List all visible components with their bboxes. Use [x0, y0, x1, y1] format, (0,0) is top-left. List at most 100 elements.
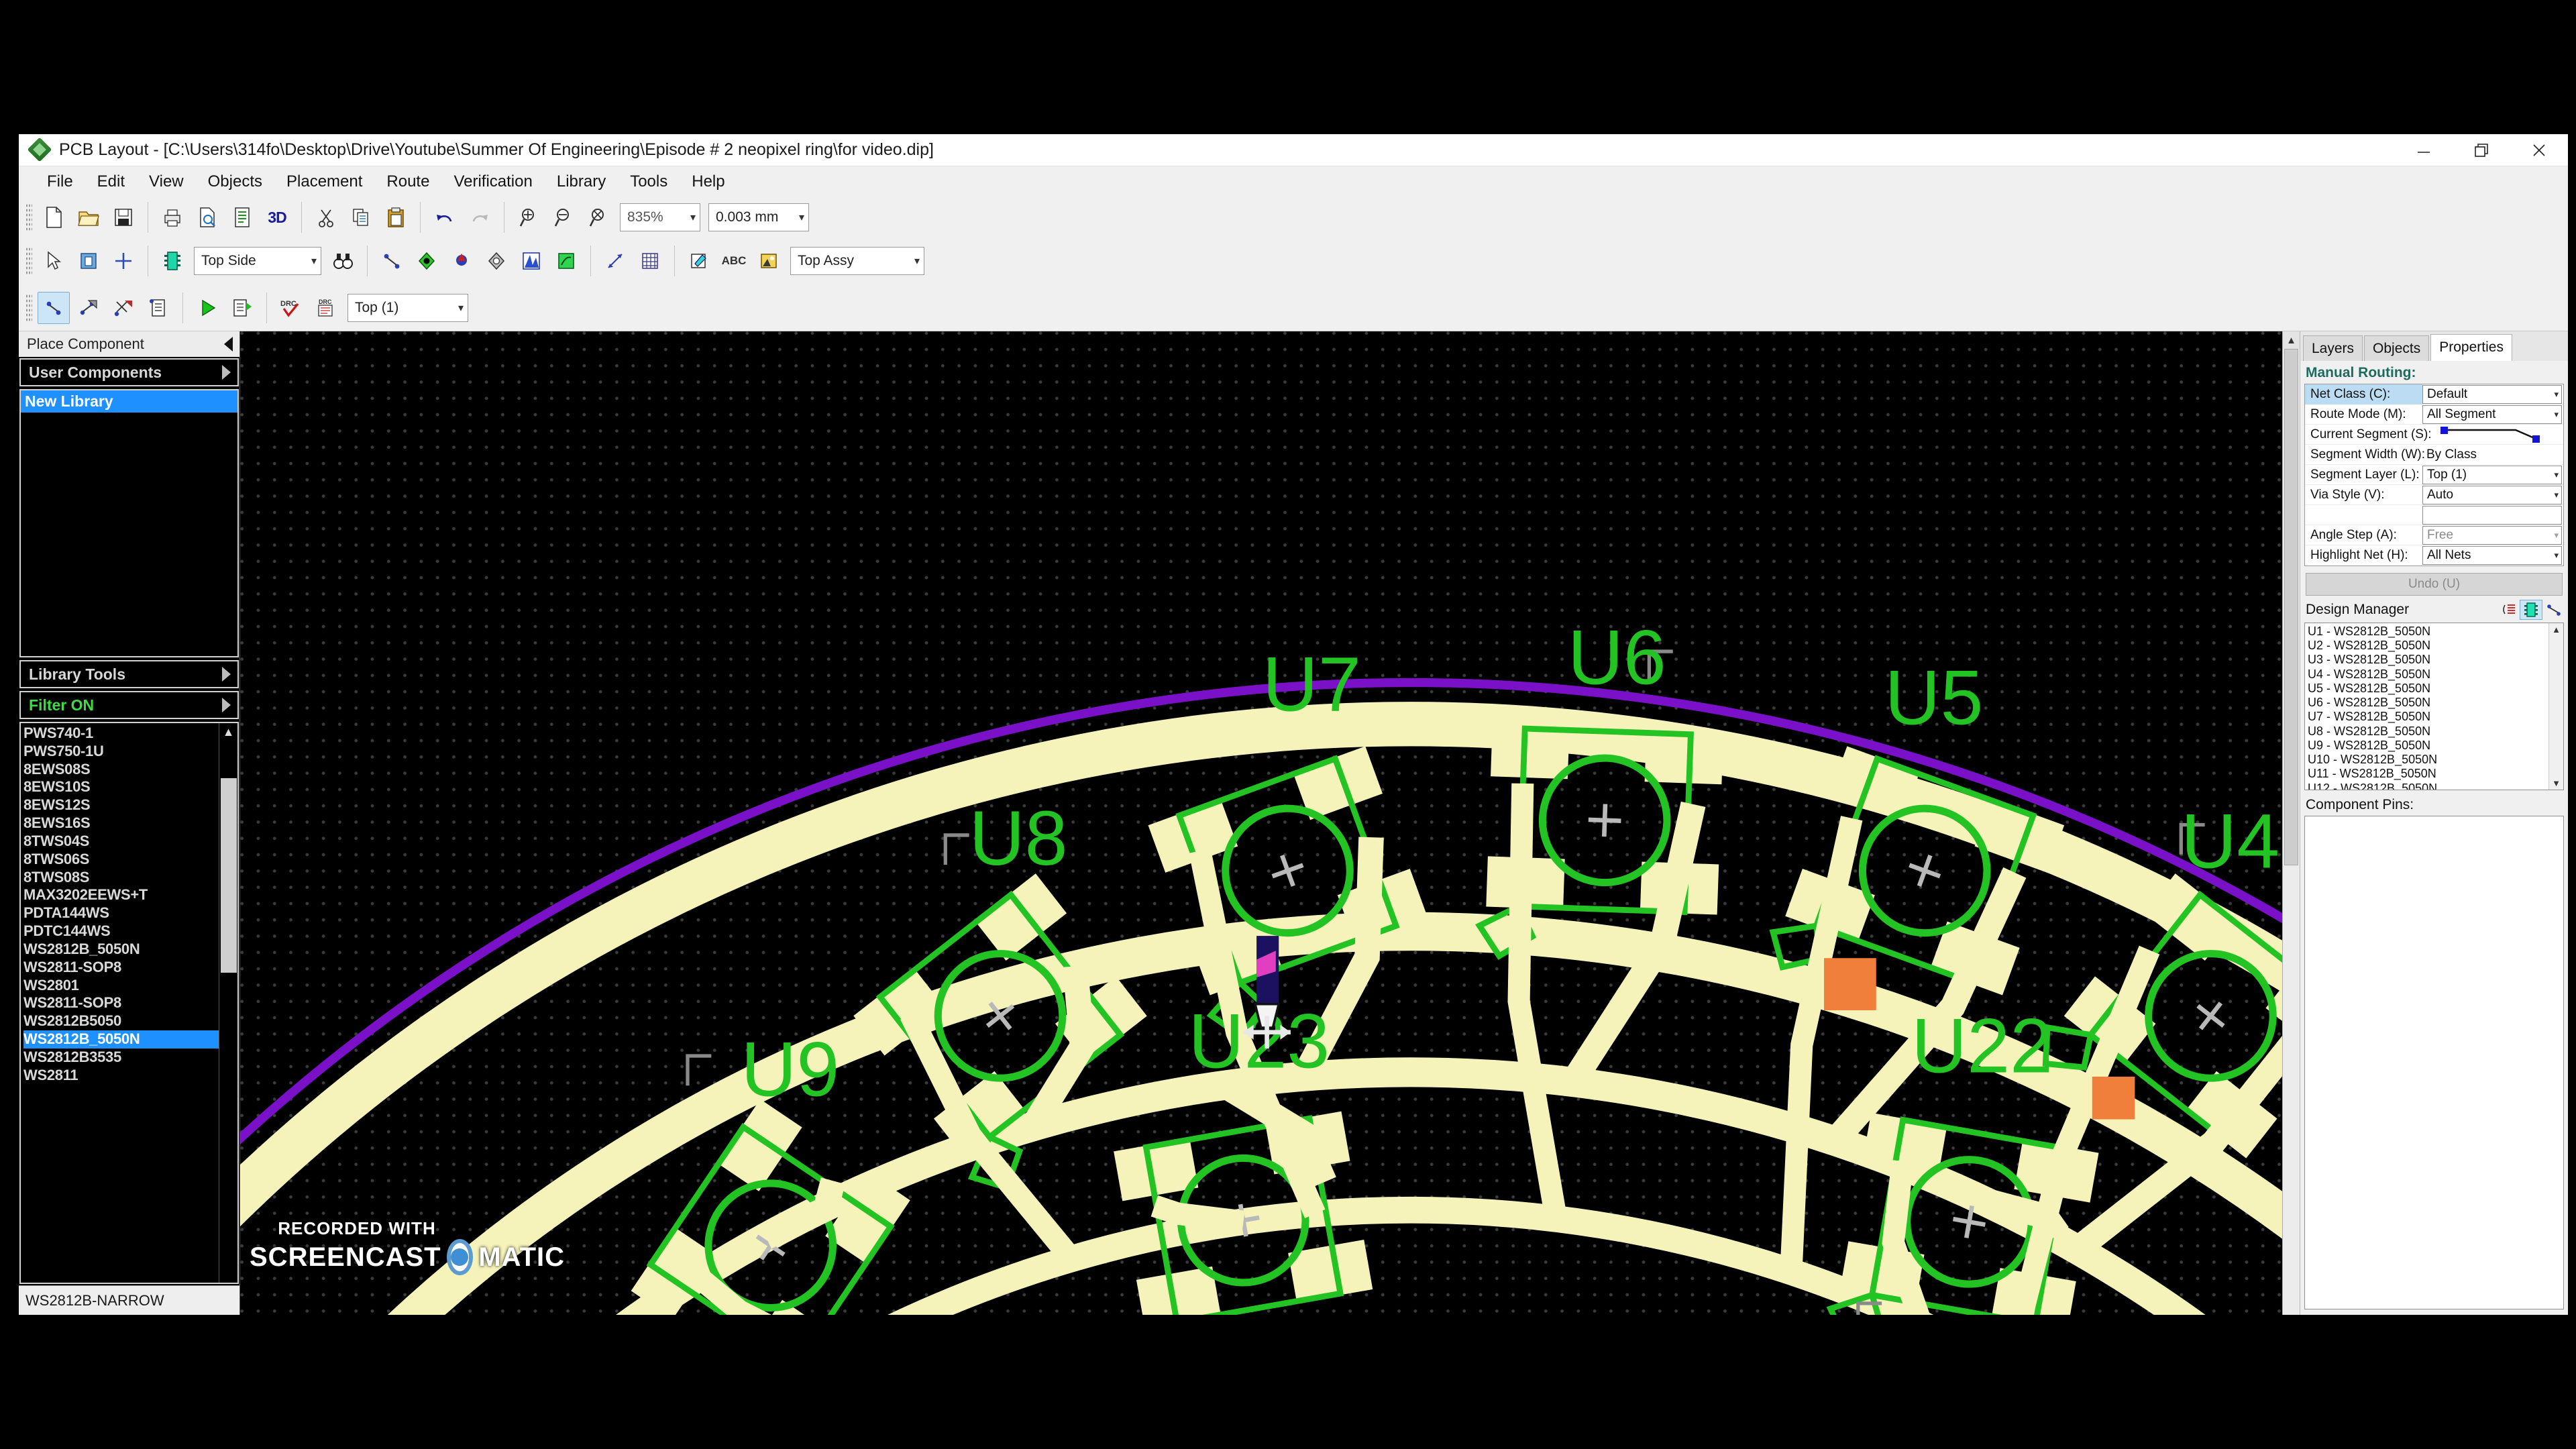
3d-view-icon[interactable]: 3D	[261, 201, 293, 233]
design-manager-item[interactable]: U7 - WS2812B_5050N	[2308, 710, 2548, 724]
property-value[interactable]: Auto▾	[2422, 486, 2562, 504]
highlighted-pad[interactable]	[1824, 958, 1876, 1010]
toolbar-grip[interactable]	[25, 247, 32, 275]
scroll-up-arrow-icon[interactable]: ▲	[2283, 331, 2300, 349]
origin-cross-icon[interactable]	[107, 245, 140, 277]
parts-list-item[interactable]: WS2801	[23, 977, 219, 995]
cut-scissors-icon[interactable]	[310, 201, 342, 233]
print-preview-icon[interactable]	[191, 201, 223, 233]
parts-list-item[interactable]: 8TWS08S	[23, 869, 219, 887]
component-pins-list[interactable]	[2304, 816, 2564, 1309]
route-cut-icon[interactable]	[107, 292, 140, 324]
parts-list-item[interactable]: WS2812B_5050N	[23, 941, 219, 959]
user-components-header[interactable]: User Components	[19, 358, 239, 386]
undo-icon[interactable]	[429, 201, 461, 233]
menu-file[interactable]: File	[35, 170, 85, 194]
filter-header[interactable]: Filter ON	[19, 691, 239, 719]
menu-library[interactable]: Library	[545, 170, 618, 194]
layer-stack-icon[interactable]	[156, 245, 189, 277]
component-pad[interactable]	[1491, 726, 1569, 779]
undo-button[interactable]: Undo (U)	[2306, 573, 2563, 596]
menu-placement[interactable]: Placement	[274, 170, 374, 194]
find-binoculars-icon[interactable]	[327, 245, 359, 277]
menu-objects[interactable]: Objects	[196, 170, 274, 194]
design-manager-list[interactable]: U1 - WS2812B_5050NU2 - WS2812B_5050NU3 -…	[2304, 623, 2564, 790]
restore-icon[interactable]	[2453, 134, 2510, 166]
track-list-icon[interactable]	[2542, 600, 2565, 620]
design-manager-item[interactable]: U9 - WS2812B_5050N	[2308, 739, 2548, 753]
copper-pour-icon[interactable]	[515, 245, 547, 277]
board-side-select[interactable]: Top Side ▾	[194, 247, 321, 275]
polygon-icon[interactable]	[480, 245, 513, 277]
current-segment-preview[interactable]	[2422, 425, 2562, 444]
pcb-canvas[interactable]: U7U6U5U8U4U9U23U22U10	[240, 331, 2300, 1315]
text-abc-icon[interactable]: ABC	[718, 245, 750, 277]
parts-list-item[interactable]: PDTA144WS	[23, 904, 219, 922]
parts-list-item[interactable]: 8EWS10S	[23, 778, 219, 796]
property-value[interactable]: Default▾	[2422, 385, 2562, 404]
drc-report-icon[interactable]: DRC	[310, 292, 342, 324]
parts-list-item[interactable]: WS2812B3535	[23, 1049, 219, 1067]
parts-list-item[interactable]: PWS740-1	[23, 724, 219, 743]
chevron-right-icon[interactable]	[222, 698, 231, 712]
dimension-icon[interactable]	[599, 245, 631, 277]
property-value[interactable]: Free▾	[2422, 526, 2562, 545]
route-list-icon[interactable]	[142, 292, 174, 324]
report-icon[interactable]	[226, 201, 258, 233]
parts-list-item[interactable]: PWS750-1U	[23, 743, 219, 761]
save-disk-icon[interactable]	[107, 201, 140, 233]
scroll-up-arrow-icon[interactable]: ▲	[2552, 623, 2561, 636]
design-manager-item[interactable]: U3 - WS2812B_5050N	[2308, 653, 2548, 667]
parts-list-item[interactable]: 8EWS08S	[23, 761, 219, 779]
chevron-left-icon[interactable]	[224, 337, 233, 352]
component-pad[interactable]	[1645, 731, 1723, 784]
redo-icon[interactable]	[464, 201, 496, 233]
parts-list[interactable]: PWS740-1PWS750-1U8EWS08S8EWS10S8EWS12S8E…	[19, 722, 239, 1284]
library-list-box[interactable]: New Library	[19, 389, 239, 657]
parts-list-item[interactable]: PDTC144WS	[23, 922, 219, 941]
copy-icon[interactable]	[345, 201, 377, 233]
menu-edit[interactable]: Edit	[85, 170, 137, 194]
print-icon[interactable]	[156, 201, 189, 233]
tab-properties[interactable]: Properties	[2430, 334, 2512, 361]
net-list-icon[interactable]	[2497, 600, 2520, 620]
pcb-canvas-area[interactable]: U7U6U5U8U4U9U23U22U10 ▲ RECORDED WITH SC…	[240, 331, 2300, 1315]
parts-list-item[interactable]: 8EWS12S	[23, 796, 219, 814]
parts-list-item[interactable]: 8TWS06S	[23, 851, 219, 869]
design-manager-item[interactable]: U10 - WS2812B_5050N	[2308, 753, 2548, 767]
parts-list-item[interactable]: 8TWS04S	[23, 833, 219, 851]
image-layer-icon[interactable]	[753, 245, 785, 277]
drc-mark-icon[interactable]	[683, 245, 715, 277]
parts-list-item[interactable]: WS2812B5050	[23, 1012, 219, 1030]
drc-check-icon[interactable]: DRC	[275, 292, 307, 324]
tab-layers[interactable]: Layers	[2303, 335, 2363, 361]
component-list-icon[interactable]	[2520, 600, 2542, 620]
parts-list-scrollbar[interactable]: ▲	[219, 723, 237, 1283]
chevron-right-icon[interactable]	[222, 667, 231, 682]
assembly-layer-select[interactable]: Top Assy ▾	[790, 247, 924, 275]
zoom-in-icon[interactable]	[513, 201, 545, 233]
component-place-icon[interactable]	[72, 245, 105, 277]
design-manager-item[interactable]: U4 - WS2812B_5050N	[2308, 667, 2548, 682]
scrollbar-thumb[interactable]	[2284, 349, 2298, 865]
highlighted-pad[interactable]	[2092, 1077, 2135, 1120]
zoom-out-icon[interactable]	[547, 201, 580, 233]
design-manager-item[interactable]: U1 - WS2812B_5050N	[2308, 625, 2548, 639]
property-value[interactable]: All Nets▾	[2422, 546, 2562, 565]
property-value[interactable]: All Segment▾	[2422, 405, 2562, 424]
menu-route[interactable]: Route	[374, 170, 441, 194]
menu-view[interactable]: View	[137, 170, 196, 194]
library-item-new-library[interactable]: New Library	[21, 390, 237, 413]
scroll-up-arrow-icon[interactable]: ▲	[223, 725, 235, 739]
close-icon[interactable]	[2510, 134, 2568, 166]
minimize-icon[interactable]	[2395, 134, 2453, 166]
canvas-vertical-scrollbar[interactable]: ▲	[2282, 331, 2300, 1315]
design-manager-scrollbar[interactable]: ▲ ▼	[2548, 623, 2563, 790]
library-tools-header[interactable]: Library Tools	[19, 660, 239, 688]
parts-list-item[interactable]: 8EWS16S	[23, 814, 219, 833]
autoroute-report-icon[interactable]	[226, 292, 258, 324]
design-manager-item[interactable]: U11 - WS2812B_5050N	[2308, 767, 2548, 781]
design-manager-item[interactable]: U6 - WS2812B_5050N	[2308, 696, 2548, 710]
grid-size-select[interactable]: 0.003 mm ▾	[708, 203, 809, 231]
parts-list-item[interactable]: MAX3202EEWS+T	[23, 886, 219, 904]
